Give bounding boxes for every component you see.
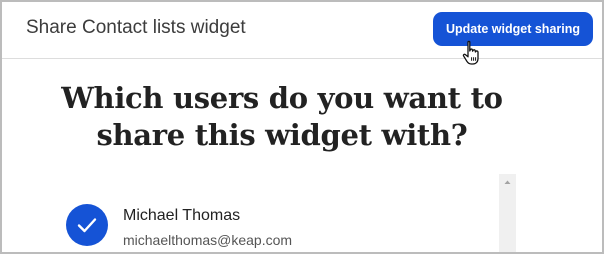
user-list-item[interactable]: Michael Thomas michaelthomas@keap.com (66, 204, 486, 252)
share-question-line-2: share this widget with? (96, 118, 468, 152)
modal-title: Share Contact lists widget (26, 17, 246, 38)
scroll-up-arrow-icon[interactable] (499, 174, 516, 190)
modal-header: Share Contact lists widget Update widget… (2, 2, 602, 65)
check-icon (77, 218, 97, 233)
share-question-line-1: Which users do you want to (61, 81, 503, 115)
user-name: Michael Thomas (123, 207, 241, 224)
user-email: michaelthomas@keap.com (123, 232, 293, 248)
share-question-heading: Which users do you want to share this wi… (42, 80, 522, 154)
update-widget-sharing-button[interactable]: Update widget sharing (433, 12, 593, 46)
hand-pointer-cursor-icon (462, 40, 479, 65)
share-widget-modal: Share Contact lists widget Update widget… (0, 0, 604, 254)
user-list-scrollbar[interactable] (499, 174, 516, 252)
user-selected-checkbox[interactable] (66, 204, 108, 246)
